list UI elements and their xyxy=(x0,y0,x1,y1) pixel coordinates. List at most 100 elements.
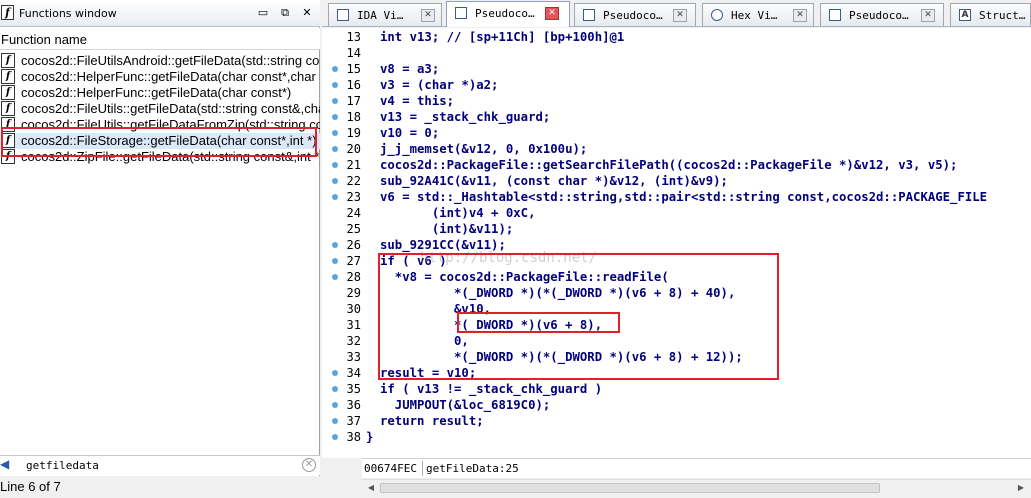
tab-ida-view[interactable]: IDA Vi… ✕ xyxy=(328,3,442,26)
line-number: 21 xyxy=(322,157,364,173)
annotation-highlight-box xyxy=(457,312,620,333)
scroll-left-icon[interactable]: ◀ xyxy=(364,482,378,494)
quick-filter-bar[interactable]: ◀ getfiledata ✕ xyxy=(0,455,320,475)
restore-icon[interactable]: ⧉ xyxy=(278,6,292,20)
line-number-text: 18 xyxy=(346,110,361,124)
line-number: 34 xyxy=(322,365,364,381)
line-number: 36 xyxy=(322,397,364,413)
function-list-item[interactable]: f cocos2d::FileUtils::getFileData(std::s… xyxy=(0,101,320,117)
breakpoint-dot-icon[interactable] xyxy=(332,130,338,136)
line-number: 32 xyxy=(322,333,364,349)
tab-pseudocode[interactable]: Pseudoco… ✕ xyxy=(820,3,944,26)
breakpoint-dot-icon[interactable] xyxy=(332,82,338,88)
code-line[interactable]: v6 = std::_Hashtable<std::string,std::pa… xyxy=(380,189,987,205)
breakpoint-dot-icon[interactable] xyxy=(332,66,338,72)
line-number-text: 33 xyxy=(346,350,361,364)
code-line[interactable]: v8 = a3; xyxy=(380,61,439,77)
breakpoint-dot-icon[interactable] xyxy=(332,402,338,408)
code-line[interactable]: int v13; // [sp+11Ch] [bp+100h]@1 xyxy=(380,29,624,45)
tab-label: Hex Vi… xyxy=(731,9,778,22)
tab-pseudocode-active[interactable]: Pseudoco… ✕ xyxy=(446,1,570,27)
line-number-text: 16 xyxy=(346,78,361,92)
breakpoint-dot-icon[interactable] xyxy=(332,146,338,152)
code-line[interactable]: (int)v4 + 0xC, xyxy=(380,205,536,221)
close-icon[interactable]: ✕ xyxy=(300,6,314,20)
code-line[interactable]: v3 = (char *)a2; xyxy=(380,77,498,93)
line-number: 22 xyxy=(322,173,364,189)
close-tab-icon[interactable]: ✕ xyxy=(673,9,687,22)
tab-structures[interactable]: A Struct… xyxy=(950,3,1031,26)
line-number: 16 xyxy=(322,77,364,93)
breakpoint-dot-icon[interactable] xyxy=(332,370,338,376)
code-line[interactable]: JUMPOUT(&loc_6819C0); xyxy=(380,397,550,413)
status-separator xyxy=(422,461,423,476)
line-number: 17 xyxy=(322,93,364,109)
scroll-right-icon[interactable]: ▶ xyxy=(1014,482,1028,494)
function-icon: f xyxy=(1,85,15,100)
line-number: 30 xyxy=(322,301,364,317)
hex-view-icon xyxy=(711,9,723,21)
code-line[interactable]: return result; xyxy=(380,413,484,429)
breakpoint-dot-icon[interactable] xyxy=(332,178,338,184)
tab-label: Pseudoco… xyxy=(603,9,663,22)
horizontal-scrollbar[interactable]: ◀ ▶ xyxy=(362,479,1031,495)
column-header-function-name[interactable]: Function name xyxy=(0,28,320,50)
code-line[interactable]: j_j_memset(&v12, 0, 0x100u); xyxy=(380,141,587,157)
pseudocode-view[interactable]: 13 14 15 16 17 18 19 20 21 22 23 24 25 26 27 28 29 30 31 32… xyxy=(322,28,1031,458)
minimize-icon[interactable]: ▭ xyxy=(256,6,270,20)
line-number: 15 xyxy=(322,61,364,77)
line-number: 37 xyxy=(322,413,364,429)
scrollbar-thumb[interactable] xyxy=(380,483,880,493)
code-line[interactable]: v10 = 0; xyxy=(380,125,439,141)
function-list-item[interactable]: f cocos2d::HelperFunc::getFileData(char … xyxy=(0,69,320,85)
close-tab-icon[interactable]: ✕ xyxy=(545,7,559,20)
code-line[interactable]: if ( v13 != _stack_chk_guard ) xyxy=(380,381,602,397)
code-line[interactable]: v13 = _stack_chk_guard; xyxy=(380,109,550,125)
breakpoint-dot-icon[interactable] xyxy=(332,418,338,424)
function-list-item[interactable]: f cocos2d::FileUtilsAndroid::getFileData… xyxy=(0,53,320,69)
code-line[interactable]: } xyxy=(366,429,373,445)
tab-pseudocode[interactable]: Pseudoco… ✕ xyxy=(574,3,696,26)
code-line[interactable]: cocos2d::PackageFile::getSearchFilePath(… xyxy=(380,157,957,173)
line-number-text: 26 xyxy=(346,238,361,252)
functions-window-titlebar: f Functions window ▭ ⧉ ✕ xyxy=(0,0,320,27)
line-number-text: 19 xyxy=(346,126,361,140)
line-number-text: 37 xyxy=(346,414,361,428)
breakpoint-dot-icon[interactable] xyxy=(332,434,338,440)
code-line[interactable]: v4 = this; xyxy=(380,93,454,109)
line-number: 25 xyxy=(322,221,364,237)
function-icon: f xyxy=(1,5,14,20)
line-number: 28 xyxy=(322,269,364,285)
breakpoint-dot-icon[interactable] xyxy=(332,386,338,392)
function-name: cocos2d::FileUtils::getFileData(std::str… xyxy=(21,101,320,116)
breakpoint-dot-icon[interactable] xyxy=(332,194,338,200)
line-number-text: 38 xyxy=(346,430,361,444)
line-number: 14 xyxy=(322,45,364,61)
breakpoint-dot-icon[interactable] xyxy=(332,98,338,104)
tab-hex-view[interactable]: Hex Vi… ✕ xyxy=(702,3,814,26)
line-number: 24 xyxy=(322,205,364,221)
function-icon: f xyxy=(1,101,15,116)
breakpoint-dot-icon[interactable] xyxy=(332,242,338,248)
breakpoint-dot-icon[interactable] xyxy=(332,162,338,168)
line-number: 18 xyxy=(322,109,364,125)
breakpoint-dot-icon[interactable] xyxy=(332,274,338,280)
line-number: 20 xyxy=(322,141,364,157)
function-icon: f xyxy=(1,53,15,68)
pseudocode-icon xyxy=(829,9,841,21)
line-number-text: 25 xyxy=(346,222,361,236)
tab-label: Pseudoco… xyxy=(475,7,535,20)
close-tab-icon[interactable]: ✕ xyxy=(793,9,807,22)
code-line[interactable]: (int)&v11); xyxy=(380,221,513,237)
close-tab-icon[interactable]: ✕ xyxy=(421,9,435,22)
close-tab-icon[interactable]: ✕ xyxy=(921,9,935,22)
filter-input[interactable]: getfiledata xyxy=(26,459,99,472)
code-line[interactable]: sub_92A41C(&v11, (const char *)&v12, (in… xyxy=(380,173,728,189)
line-number: 38 xyxy=(322,429,364,445)
clear-filter-icon[interactable]: ✕ xyxy=(302,458,316,472)
status-bar-spacer xyxy=(322,458,362,498)
breakpoint-dot-icon[interactable] xyxy=(332,258,338,264)
function-list-item[interactable]: f cocos2d::HelperFunc::getFileData(char … xyxy=(0,85,320,101)
breakpoint-dot-icon[interactable] xyxy=(332,114,338,120)
line-number-text: 34 xyxy=(346,366,361,380)
